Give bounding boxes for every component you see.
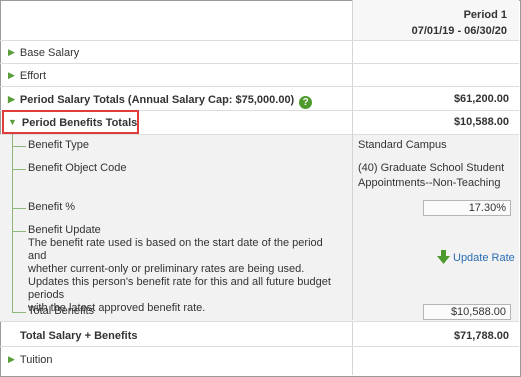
row-divider	[0, 40, 519, 41]
total-benefits-value: $10,588.00	[423, 304, 511, 320]
tuition-label: Tuition	[19, 354, 53, 366]
benefit-percent-label: Benefit %	[28, 201, 76, 213]
tree-branch	[12, 208, 26, 209]
update-rate-desc-line: Updates this person's benefit rate for t…	[28, 276, 331, 301]
benefit-object-code-value-line2: Appointments--Non-Teaching	[358, 177, 501, 189]
base-salary-label: Base Salary	[19, 47, 80, 59]
benefit-object-code-label: Benefit Object Code	[28, 162, 127, 174]
period-salary-totals-amount: $61,200.00	[453, 93, 509, 105]
period-salary-totals-label: Period Salary Totals (Annual Salary Cap:…	[19, 94, 295, 106]
base-salary-toggle[interactable]: ▶ Base Salary	[8, 44, 79, 60]
benefit-update-label: Benefit Update	[28, 224, 101, 236]
period-header: Period 1 07/01/19 - 06/30/20	[353, 0, 519, 41]
highlight-box	[2, 110, 139, 134]
tree-branch	[12, 231, 26, 232]
period-benefits-totals-amount: $10,588.00	[453, 116, 509, 128]
row-divider	[0, 63, 519, 64]
triangle-right-icon: ▶	[8, 47, 15, 57]
tree-branch	[12, 169, 26, 170]
row-divider	[0, 346, 519, 347]
triangle-right-icon: ▶	[8, 94, 15, 104]
tree-branch	[12, 312, 26, 313]
benefit-percent-value: 17.30%	[423, 200, 511, 216]
benefit-update-description: The benefit rate used is based on the st…	[28, 237, 328, 276]
row-divider	[0, 86, 519, 87]
arrow-down-icon	[437, 250, 450, 264]
detail-column-divider	[352, 134, 353, 320]
total-benefits-label: Total Benefits	[28, 305, 95, 317]
triangle-right-icon: ▶	[8, 70, 15, 80]
update-rate-button[interactable]: Update Rate	[437, 250, 515, 266]
benefit-object-code-value-line1: (40) Graduate School Student	[358, 162, 505, 174]
effort-toggle[interactable]: ▶ Effort	[8, 67, 46, 83]
period-salary-totals-toggle[interactable]: ▶ Period Salary Totals (Annual Salary Cap…	[8, 91, 313, 109]
triangle-right-icon: ▶	[8, 354, 15, 364]
tree-branch	[12, 146, 26, 147]
benefit-update-desc-line: whether current-only or preliminary rate…	[28, 263, 305, 275]
period-dates: 07/01/19 - 06/30/20	[411, 25, 507, 37]
benefit-type-label: Benefit Type	[28, 139, 89, 151]
tree-line	[12, 134, 13, 312]
tuition-toggle[interactable]: ▶ Tuition	[8, 351, 53, 367]
total-salary-benefits-label: Total Salary + Benefits	[20, 330, 138, 342]
benefit-update-desc-line: The benefit rate used is based on the st…	[28, 237, 323, 262]
effort-label: Effort	[19, 70, 47, 82]
benefit-type-value: Standard Campus	[358, 139, 447, 151]
period-label: Period 1	[463, 9, 507, 21]
total-salary-benefits-amount: $71,788.00	[453, 330, 509, 342]
update-rate-label: Update Rate	[453, 252, 515, 264]
